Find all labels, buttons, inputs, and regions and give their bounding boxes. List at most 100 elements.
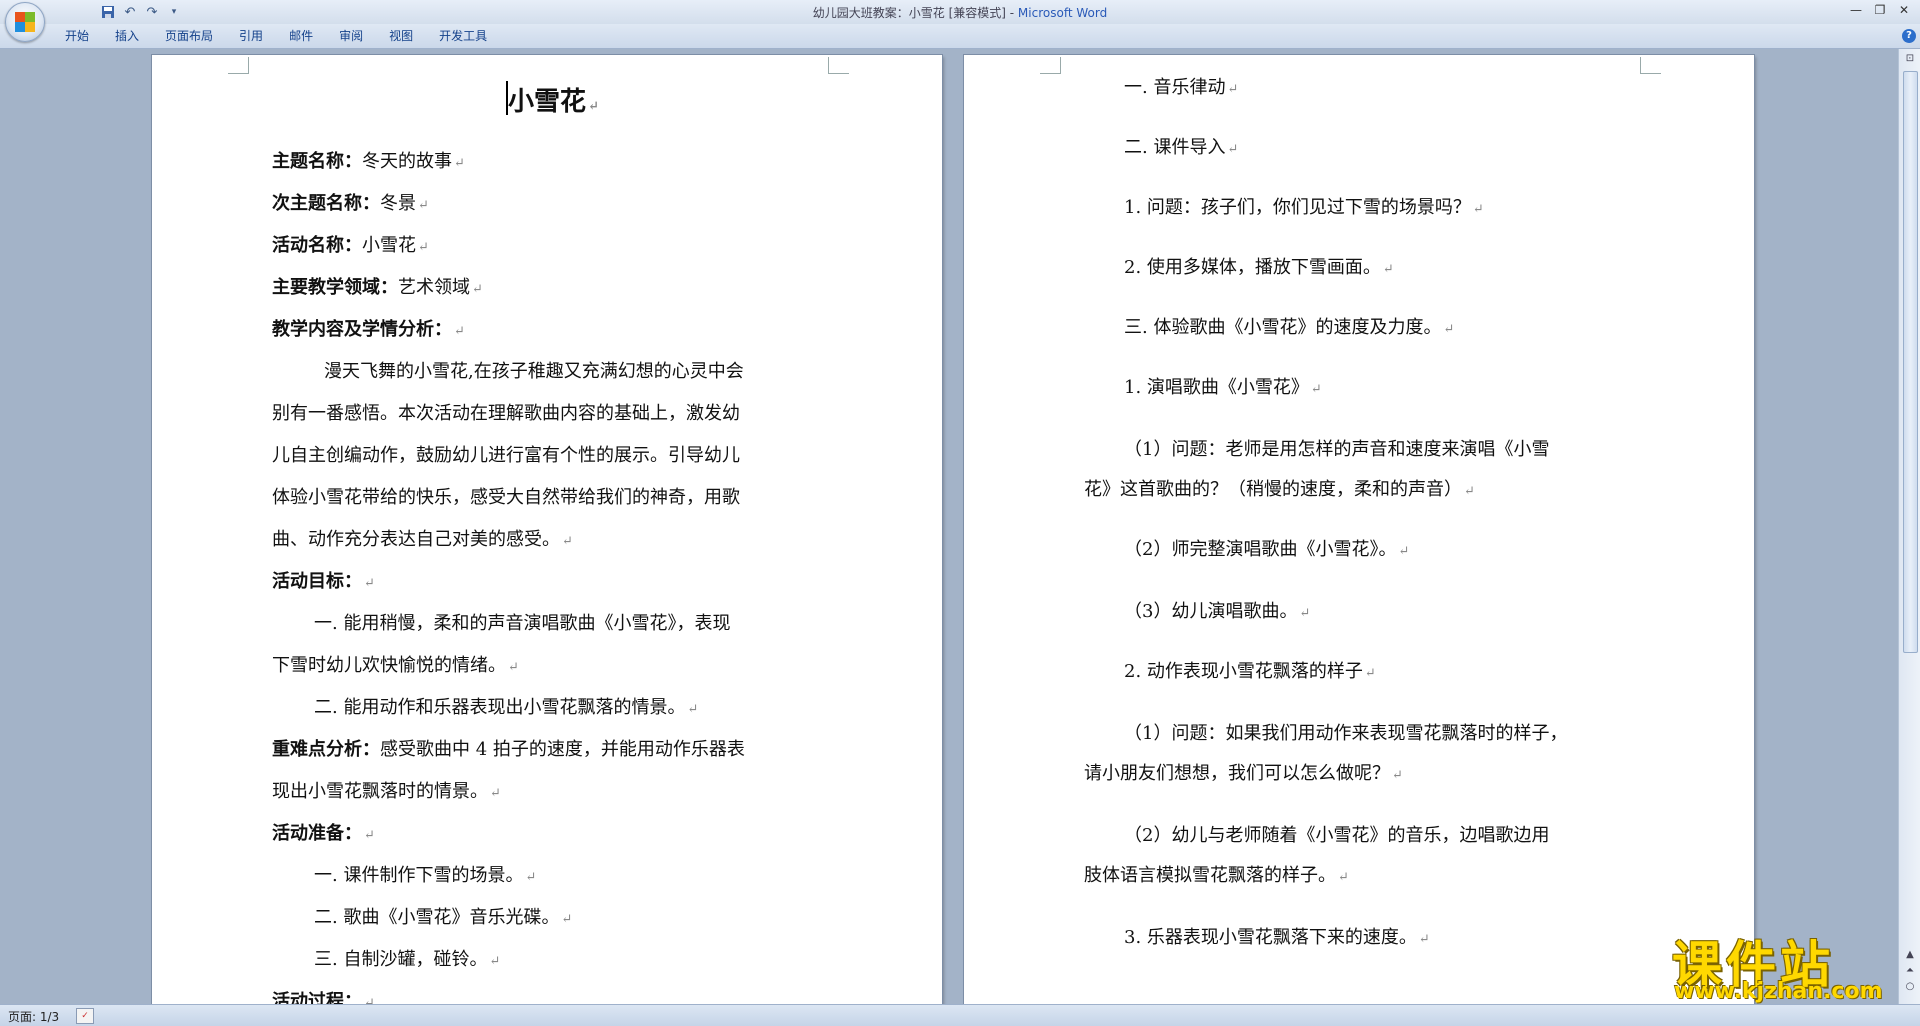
line-text: 三. 自制沙罐，碰铃。 [314, 949, 488, 970]
paragraph-line[interactable]: 请小朋友们想想，我们可以怎么做呢？ ↵ [1084, 759, 1403, 785]
paragraph-mark-icon: ↵ [1472, 202, 1484, 217]
paragraph-mark-icon: ↵ [561, 912, 573, 927]
line-text: 请小朋友们想想，我们可以怎么做呢？ [1084, 763, 1390, 784]
paragraph-line[interactable]: 漫天飞舞的小雪花,在孩子稚趣又充满幻想的心灵中会 [324, 357, 744, 383]
paragraph[interactable]: 活动目标： ↵ [272, 567, 375, 593]
document-page-1[interactable]: 小雪花 ↵ 主题名称：冬天的故事 ↵ 次主题名称：冬景 ↵ 活动名称：小雪花 ↵ 主要教… [152, 55, 942, 1004]
field-label: 主要教学领域： [272, 277, 398, 298]
line-text: （2）幼儿与老师随着《小雪花》的音乐，边唱歌边用 [1124, 825, 1550, 846]
paragraph-line[interactable]: 2. 动作表现小雪花飘落的样子 ↵ [1124, 657, 1376, 683]
paragraph-line[interactable]: 1. 问题：孩子们，你们见过下雪的场景吗？ ↵ [1124, 193, 1484, 219]
field-label: 活动名称： [272, 235, 362, 256]
ruler-toggle-icon[interactable]: ⊡ [1902, 51, 1918, 67]
status-bar: 页面: 1/3 ✓ [0, 1004, 1920, 1026]
ribbon-tab-bar: 开始 插入 页面布局 引用 邮件 审阅 视图 开发工具 ? [0, 24, 1920, 49]
watermark: 课件站 www.kjzhan.com [1668, 925, 1908, 1007]
page-indicator[interactable]: 页面: 1/3 [8, 1008, 59, 1025]
tab-review[interactable]: 审阅 [326, 24, 376, 48]
paragraph-line[interactable]: 体验小雪花带给的快乐，感受大自然带给我们的神奇，用歌 [272, 483, 740, 509]
paragraph-mark-icon: ↵ [588, 99, 599, 114]
paragraph-line[interactable]: 别有一番感悟。本次活动在理解歌曲内容的基础上，激发幼 [272, 399, 740, 425]
crop-mark [1040, 57, 1061, 74]
paragraph[interactable]: 重难点分析：感受歌曲中 4 拍子的速度，并能用动作乐器表 [272, 735, 745, 761]
paragraph-line[interactable]: 一. 课件制作下雪的场景。 ↵ [314, 861, 536, 887]
paragraph[interactable]: 活动过程： ↵ [272, 987, 375, 1004]
paragraph-line[interactable]: （3）幼儿演唱歌曲。 ↵ [1124, 597, 1310, 623]
field-label: 活动过程： [272, 991, 362, 1004]
paragraph-line[interactable]: 三. 体验歌曲《小雪花》的速度及力度。 ↵ [1124, 313, 1454, 339]
paragraph-mark-icon: ↵ [1464, 484, 1475, 499]
paragraph-line[interactable]: 1. 演唱歌曲《小雪花》 ↵ [1124, 373, 1322, 399]
line-text: 花》这首歌曲的？（稍慢的速度，柔和的声音） [1084, 479, 1462, 500]
document-title[interactable]: 小雪花 ↵ [508, 81, 599, 118]
tab-view[interactable]: 视图 [376, 24, 426, 48]
line-text: 曲、动作充分表达自己对美的感受。 [272, 529, 560, 550]
paragraph-line[interactable]: 二. 能用动作和乐器表现出小雪花飘落的情景。 ↵ [314, 693, 698, 719]
tab-home[interactable]: 开始 [52, 24, 102, 48]
paragraph-line[interactable]: 三. 自制沙罐，碰铃。 ↵ [314, 945, 500, 971]
office-button[interactable] [5, 2, 45, 42]
field-value: 小雪花 [362, 235, 416, 256]
field-label: 活动准备： [272, 823, 362, 844]
paragraph-mark-icon: ↵ [562, 534, 573, 549]
window-title: 幼儿园大班教案：小雪花 [兼容模式] - Microsoft Word [0, 4, 1920, 21]
paragraph-line[interactable]: 下雪时幼儿欢快愉悦的情绪。 ↵ [272, 651, 519, 677]
paragraph-line[interactable]: 2. 使用多媒体，播放下雪画面。 ↵ [1124, 253, 1394, 279]
tab-insert[interactable]: 插入 [102, 24, 152, 48]
minimize-icon[interactable]: — [1844, 1, 1868, 19]
paragraph-line[interactable]: （1）问题：如果我们用动作来表现雪花飘落时的样子， [1124, 719, 1567, 745]
window-title-document: 幼儿园大班教案：小雪花 [兼容模式] - [812, 6, 1018, 20]
paragraph-line[interactable]: 二. 课件导入 ↵ [1124, 133, 1238, 159]
paragraph-line[interactable]: 3. 乐器表现小雪花飘落下来的速度。 ↵ [1124, 923, 1430, 949]
paragraph[interactable]: 教学内容及学情分析： ↵ [272, 315, 465, 341]
paragraph-line[interactable]: （2）师完整演唱歌曲《小雪花》。 ↵ [1124, 535, 1409, 561]
tab-mailings[interactable]: 邮件 [276, 24, 326, 48]
paragraph-line[interactable]: 一. 能用稍慢，柔和的声音演唱歌曲《小雪花》，表现 [314, 609, 730, 635]
paragraph-line[interactable]: 现出小雪花飘落时的情景。 ↵ [272, 777, 501, 803]
tab-page-layout[interactable]: 页面布局 [152, 24, 226, 48]
paragraph-line[interactable]: 儿自主创编动作，鼓励幼儿进行富有个性的展示。引导幼儿 [272, 441, 740, 467]
paragraph-mark-icon: ↵ [1299, 606, 1311, 621]
paragraph[interactable]: 主要教学领域：艺术领域 ↵ [272, 273, 483, 299]
close-icon[interactable]: ✕ [1892, 1, 1916, 19]
paragraph[interactable]: 活动准备： ↵ [272, 819, 375, 845]
paragraph-line[interactable]: 一. 音乐律动 ↵ [1124, 73, 1238, 99]
document-title-text: 小雪花 [508, 87, 587, 117]
window-title-app: Microsoft Word [1017, 6, 1108, 20]
paragraph-line[interactable]: （1）问题：老师是用怎样的声音和速度来演唱《小雪 [1124, 435, 1549, 461]
line-text: 三. 体验歌曲《小雪花》的速度及力度。 [1124, 317, 1442, 338]
line-text: 二. 课件导入 [1124, 137, 1226, 158]
restore-icon[interactable]: ❐ [1868, 1, 1892, 19]
field-value: 冬景 [380, 193, 416, 214]
paragraph-mark-icon: ↵ [1227, 82, 1239, 97]
document-area[interactable]: 小雪花 ↵ 主题名称：冬天的故事 ↵ 次主题名称：冬景 ↵ 活动名称：小雪花 ↵ 主要教… [0, 49, 1898, 1004]
help-icon[interactable]: ? [1902, 29, 1916, 43]
document-page-2[interactable]: 一. 音乐律动 ↵ 二. 课件导入 ↵ 1. 问题：孩子们，你们见过下雪的场景吗？ ↵… [964, 55, 1754, 1004]
vertical-scrollbar[interactable]: ⊡ ▲ ⏶ ○ [1898, 49, 1920, 1004]
line-text: 儿自主创编动作，鼓励幼儿进行富有个性的展示。引导幼儿 [272, 445, 740, 466]
paragraph-mark-icon: ↵ [508, 660, 519, 675]
field-value: 艺术领域 [398, 277, 470, 298]
paragraph-line[interactable]: 花》这首歌曲的？（稍慢的速度，柔和的声音） ↵ [1084, 475, 1475, 501]
paragraph-mark-icon: ↵ [418, 240, 429, 255]
paragraph-line[interactable]: 二. 歌曲《小雪花》音乐光碟。 ↵ [314, 903, 572, 929]
tab-references[interactable]: 引用 [226, 24, 276, 48]
scrollbar-thumb[interactable] [1903, 71, 1918, 653]
paragraph[interactable]: 活动名称：小雪花 ↵ [272, 231, 429, 257]
paragraph-line[interactable]: （2）幼儿与老师随着《小雪花》的音乐，边唱歌边用 [1124, 821, 1549, 847]
tab-developer[interactable]: 开发工具 [426, 24, 500, 48]
proofing-icon[interactable]: ✓ [76, 1008, 94, 1024]
paragraph-mark-icon: ↵ [490, 786, 501, 801]
paragraph-mark-icon: ↵ [364, 996, 375, 1004]
line-text: 别有一番感悟。本次活动在理解歌曲内容的基础上，激发幼 [272, 403, 740, 424]
paragraph-mark-icon: ↵ [1364, 666, 1376, 681]
crop-mark [828, 57, 849, 74]
line-text: （1）问题：老师是用怎样的声音和速度来演唱《小雪 [1124, 439, 1550, 460]
paragraph-line[interactable]: 曲、动作充分表达自己对美的感受。 ↵ [272, 525, 573, 551]
paragraph-line[interactable]: 肢体语言模拟雪花飘落的样子。 ↵ [1084, 861, 1349, 887]
paragraph[interactable]: 主题名称：冬天的故事 ↵ [272, 147, 465, 173]
line-text: 2. 使用多媒体，播放下雪画面。 [1124, 257, 1381, 278]
paragraph[interactable]: 次主题名称：冬景 ↵ [272, 189, 429, 215]
window-controls: — ❐ ✕ [1844, 1, 1916, 19]
field-label: 活动目标： [272, 571, 362, 592]
